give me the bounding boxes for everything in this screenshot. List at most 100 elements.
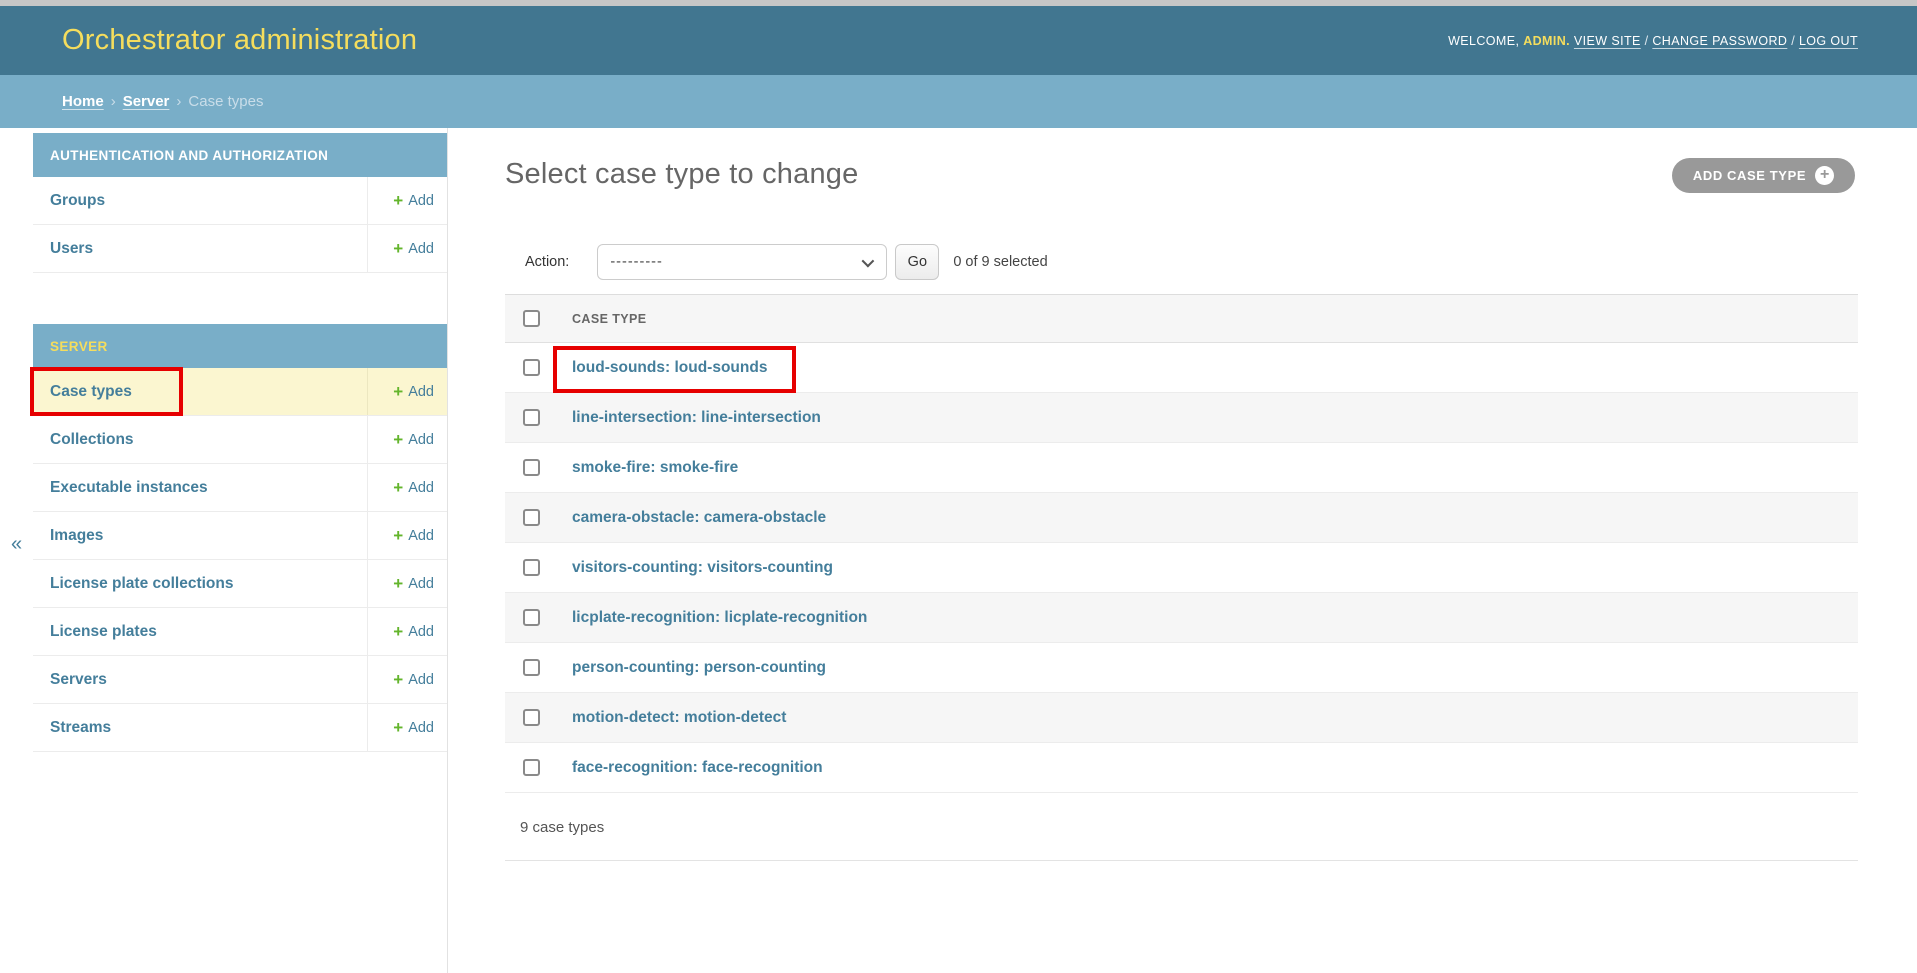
sidebar-section-caption: AUTHENTICATION AND AUTHORIZATION [33, 133, 447, 177]
streams-link[interactable]: Streams [50, 719, 111, 736]
license-plates-add-link[interactable]: +Add [393, 623, 434, 640]
plus-icon: + [393, 623, 403, 640]
divider [505, 860, 1858, 861]
user-tools-separator: / [1791, 34, 1795, 48]
table-row: licplate-recognition: licplate-recogniti… [505, 593, 1858, 643]
executable-instances-link[interactable]: Executable instances [50, 479, 208, 496]
collections-add-link[interactable]: +Add [393, 431, 434, 448]
images-link[interactable]: Images [50, 527, 103, 544]
table-row: visitors-counting: visitors-counting [505, 543, 1858, 593]
nav-sidebar: AUTHENTICATION AND AUTHORIZATION Groups … [33, 128, 448, 973]
breadcrumb-server-link[interactable]: Server [123, 93, 170, 110]
table-row: line-intersection: line-intersection [505, 393, 1858, 443]
breadcrumb-separator: › [176, 93, 181, 110]
sidebar-section-auth: AUTHENTICATION AND AUTHORIZATION Groups … [33, 133, 447, 273]
case-type-link[interactable]: smoke-fire: smoke-fire [560, 459, 738, 476]
table-row: person-counting: person-counting [505, 643, 1858, 693]
plus-icon: + [393, 383, 403, 400]
header: Orchestrator administration WELCOME, ADM… [0, 6, 1917, 75]
sidebar-collapse-toggle[interactable]: « [0, 533, 33, 556]
chevron-down-icon [862, 254, 875, 267]
row-checkbox[interactable] [523, 409, 540, 426]
content-area: Select case type to change ADD CASE TYPE… [505, 128, 1917, 973]
license-plate-collections-add-link[interactable]: +Add [393, 575, 434, 592]
images-add-link[interactable]: +Add [393, 527, 434, 544]
change-password-link[interactable]: CHANGE PASSWORD [1652, 34, 1787, 48]
welcome-text: WELCOME, [1448, 34, 1519, 48]
row-checkbox[interactable] [523, 709, 540, 726]
streams-add-link[interactable]: +Add [393, 719, 434, 736]
executable-instances-add-link[interactable]: +Add [393, 479, 434, 496]
case-type-link[interactable]: face-recognition: face-recognition [560, 759, 823, 776]
case-types-add-link[interactable]: +Add [393, 383, 434, 400]
servers-link[interactable]: Servers [50, 671, 107, 688]
username: ADMIN. [1523, 34, 1570, 48]
selection-counter: 0 of 9 selected [953, 254, 1047, 270]
case-type-link[interactable]: visitors-counting: visitors-counting [560, 559, 833, 576]
sidebar-item-license-plate-collections: License plate collections +Add [33, 560, 447, 608]
row-checkbox[interactable] [523, 359, 540, 376]
plus-icon: + [393, 719, 403, 736]
sidebar-section-server: SERVER Case types +Add Collections +Add … [33, 324, 447, 752]
sidebar-item-case-types: Case types +Add [33, 368, 447, 416]
collections-link[interactable]: Collections [50, 431, 134, 448]
license-plate-collections-link[interactable]: License plate collections [50, 575, 233, 592]
sidebar-item-servers: Servers +Add [33, 656, 447, 704]
row-checkbox[interactable] [523, 459, 540, 476]
go-button[interactable]: Go [895, 244, 939, 280]
users-add-link[interactable]: +Add [393, 240, 434, 257]
table-row: face-recognition: face-recognition [505, 743, 1858, 793]
sidebar-item-users: Users +Add [33, 225, 447, 273]
plus-icon: + [393, 431, 403, 448]
case-type-link[interactable]: motion-detect: motion-detect [560, 709, 786, 726]
result-count: 9 case types [520, 818, 604, 838]
site-title[interactable]: Orchestrator administration [62, 24, 417, 57]
action-label: Action: [525, 254, 569, 270]
case-type-link[interactable]: loud-sounds: loud-sounds [560, 359, 767, 376]
license-plates-link[interactable]: License plates [50, 623, 157, 640]
row-checkbox[interactable] [523, 509, 540, 526]
users-link[interactable]: Users [50, 240, 93, 257]
sidebar-item-groups: Groups +Add [33, 177, 447, 225]
table-row: motion-detect: motion-detect [505, 693, 1858, 743]
case-type-link[interactable]: licplate-recognition: licplate-recogniti… [560, 609, 867, 626]
result-list: CASE TYPE loud-sounds: loud-sounds line-… [505, 294, 1858, 793]
column-header-case-type: CASE TYPE [560, 312, 646, 326]
view-site-link[interactable]: VIEW SITE [1574, 34, 1641, 48]
sidebar-item-images: Images +Add [33, 512, 447, 560]
plus-icon: + [393, 671, 403, 688]
table-row: loud-sounds: loud-sounds [505, 343, 1858, 393]
case-type-link[interactable]: line-intersection: line-intersection [560, 409, 821, 426]
breadcrumb-home-link[interactable]: Home [62, 93, 104, 110]
add-case-type-button[interactable]: ADD CASE TYPE + [1672, 158, 1855, 193]
sidebar-section-caption: SERVER [33, 324, 447, 368]
plus-icon: + [393, 240, 403, 257]
groups-link[interactable]: Groups [50, 192, 105, 209]
user-tools-separator: / [1645, 34, 1649, 48]
sidebar-item-collections: Collections +Add [33, 416, 447, 464]
breadcrumb: Home › Server › Case types [0, 75, 1917, 128]
row-checkbox[interactable] [523, 559, 540, 576]
sidebar-section-gap [33, 273, 447, 319]
plus-icon: + [393, 192, 403, 209]
plus-icon: + [393, 479, 403, 496]
table-header-row: CASE TYPE [505, 294, 1858, 343]
actions-bar: Action: --------- Go 0 of 9 selected [525, 244, 1048, 280]
action-select-value: --------- [610, 254, 862, 270]
case-types-link[interactable]: Case types [50, 383, 132, 400]
servers-add-link[interactable]: +Add [393, 671, 434, 688]
case-type-link[interactable]: camera-obstacle: camera-obstacle [560, 509, 826, 526]
logout-link[interactable]: LOG OUT [1799, 34, 1858, 48]
plus-icon: + [1815, 166, 1834, 185]
case-type-link[interactable]: person-counting: person-counting [560, 659, 826, 676]
plus-icon: + [393, 527, 403, 544]
action-select[interactable]: --------- [597, 244, 887, 280]
row-checkbox[interactable] [523, 759, 540, 776]
user-tools: WELCOME, ADMIN. VIEW SITE / CHANGE PASSW… [1448, 34, 1858, 48]
plus-icon: + [393, 575, 403, 592]
breadcrumb-current: Case types [188, 93, 263, 110]
groups-add-link[interactable]: +Add [393, 192, 434, 209]
row-checkbox[interactable] [523, 659, 540, 676]
row-checkbox[interactable] [523, 609, 540, 626]
select-all-checkbox[interactable] [523, 310, 540, 327]
